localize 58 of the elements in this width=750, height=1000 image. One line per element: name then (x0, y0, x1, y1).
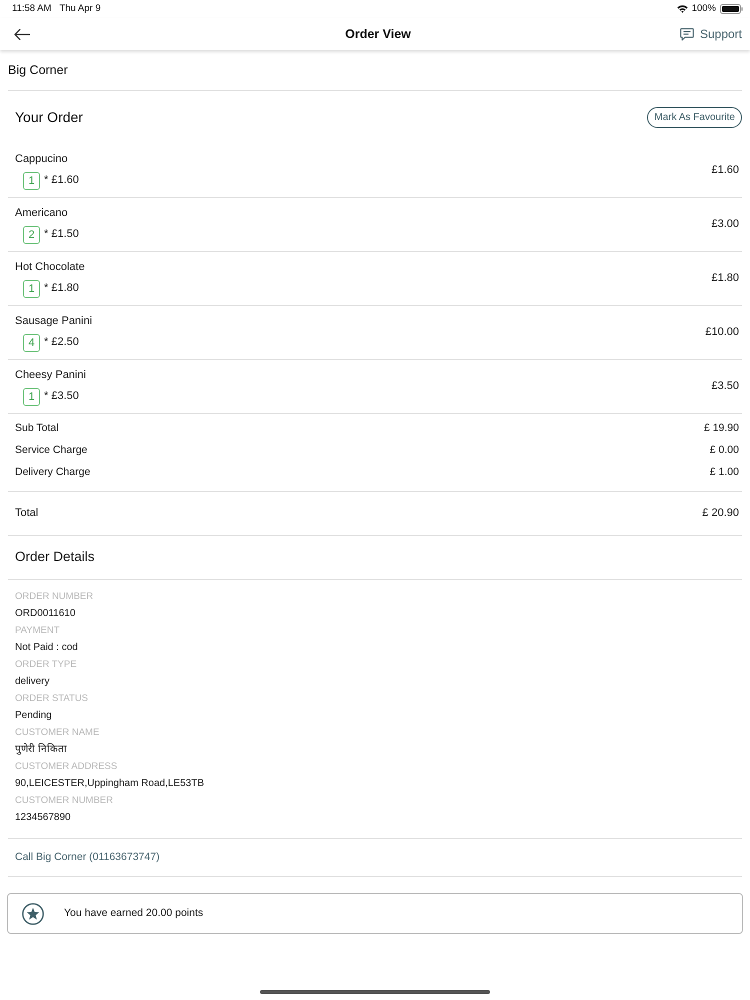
charge-value: £ 0.00 (710, 443, 739, 458)
detail-value: 1234567890 (15, 812, 71, 823)
detail-value: 90,LEICESTER,Uppingham Road,LE53TB (15, 778, 204, 789)
detail-label: ORDER TYPE (15, 659, 77, 670)
quantity-badge: 1 (23, 280, 40, 298)
points-message: You have earned 20.00 points (64, 906, 204, 921)
item-name: Americano (15, 206, 68, 220)
item-name: Cappucino (15, 152, 68, 166)
wifi-icon (676, 5, 688, 13)
charge-label: Sub Total (15, 421, 59, 436)
chat-bubble-icon (680, 28, 694, 40)
back-arrow-icon (14, 28, 30, 40)
quantity-badge: 4 (23, 334, 40, 352)
item-price: £10.00 (705, 325, 739, 340)
page-title: Order View (345, 26, 411, 43)
mark-favourite-button[interactable]: Mark As Favourite (647, 107, 742, 128)
item-price: £3.00 (711, 217, 739, 232)
detail-label: PAYMENT (15, 625, 60, 636)
call-store-link[interactable]: Call Big Corner (01163673747) (15, 850, 160, 866)
item-name: Cheesy Panini (15, 368, 86, 382)
detail-value: पुणेरी निकिता (15, 744, 67, 755)
charge-value: £ 19.90 (704, 421, 739, 436)
section-title: Your Order (15, 108, 83, 127)
total-label: Total (15, 506, 38, 522)
detail-label: CUSTOMER NAME (15, 727, 100, 738)
item-price: £1.60 (711, 163, 739, 178)
status-time: 11:58 AM (12, 2, 52, 16)
unit-price: * £1.50 (44, 227, 79, 242)
item-price: £1.80 (711, 271, 739, 286)
charge-label: Delivery Charge (15, 465, 90, 480)
unit-price: * £1.80 (44, 281, 79, 296)
quantity-badge: 1 (23, 388, 40, 406)
store-name: Big Corner (8, 62, 68, 79)
detail-value: ORD0011610 (15, 608, 76, 619)
detail-label: ORDER STATUS (15, 693, 88, 704)
detail-label: CUSTOMER ADDRESS (15, 761, 118, 772)
total-value: £ 20.90 (702, 506, 739, 522)
unit-price: * £1.60 (44, 173, 79, 188)
item-name: Hot Chocolate (15, 260, 85, 274)
quantity-badge: 1 (23, 172, 40, 190)
charge-value: £ 1.00 (710, 465, 739, 480)
charge-label: Service Charge (15, 443, 88, 458)
back-button[interactable] (14, 28, 30, 40)
unit-price: * £2.50 (44, 335, 79, 350)
section-title: Order Details (15, 548, 95, 566)
detail-label: CUSTOMER NUMBER (15, 795, 113, 806)
quantity-badge: 2 (23, 226, 40, 244)
detail-value: Pending (15, 710, 52, 721)
item-name: Sausage Panini (15, 314, 92, 328)
battery-icon (720, 4, 743, 14)
detail-value: Not Paid : cod (15, 642, 78, 653)
unit-price: * £3.50 (44, 389, 79, 404)
detail-label: ORDER NUMBER (15, 591, 94, 602)
support-button[interactable]: Support (680, 25, 742, 43)
status-date: Thu Apr 9 (59, 2, 101, 16)
detail-value: delivery (15, 676, 50, 687)
item-price: £3.50 (711, 379, 739, 394)
battery-percentage: 100% (692, 2, 716, 16)
